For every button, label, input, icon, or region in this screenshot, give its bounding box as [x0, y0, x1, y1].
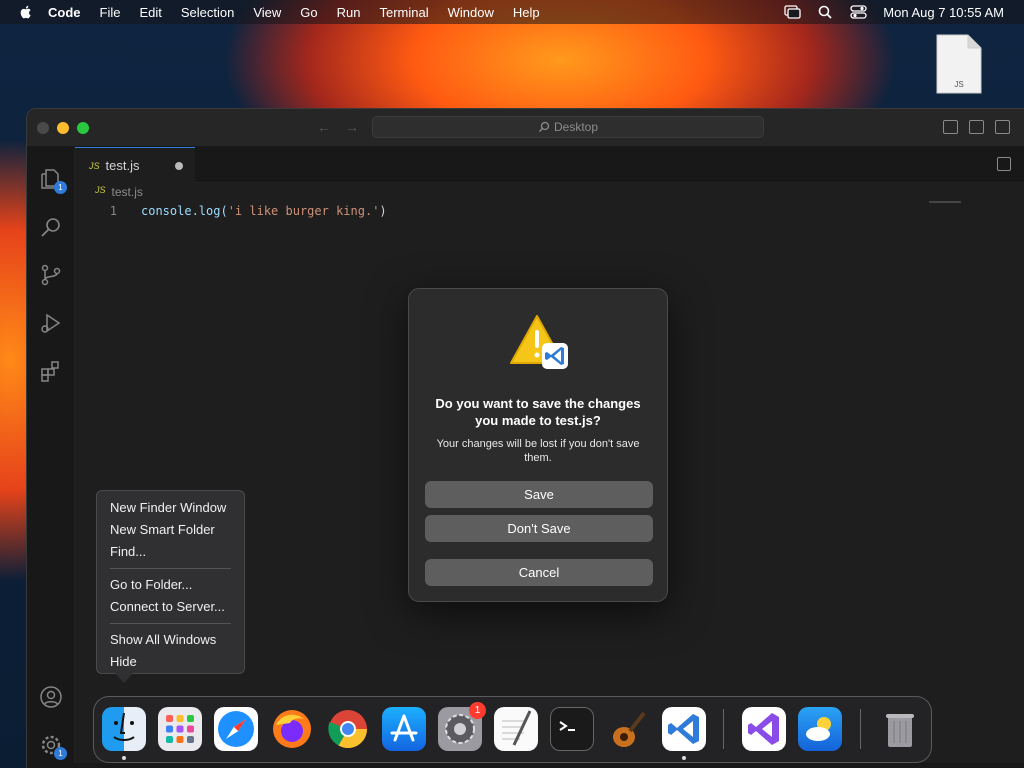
safari-icon[interactable]: [214, 707, 258, 751]
menu-clock[interactable]: Mon Aug 7 10:55 AM: [883, 5, 1004, 20]
launchpad-icon[interactable]: [158, 707, 202, 751]
title-bar: ← → Desktop: [27, 109, 1024, 147]
back-arrow-icon[interactable]: ←: [317, 119, 331, 135]
code-string: 'i like burger king.': [227, 204, 380, 218]
firefox-icon[interactable]: [270, 707, 314, 751]
warning-vscode-icon: [510, 315, 568, 369]
source-control-icon[interactable]: [39, 263, 63, 287]
command-center-label: Desktop: [553, 120, 599, 134]
search-icon: [538, 121, 550, 132]
menu-connect-to-server[interactable]: Connect to Server...: [97, 596, 244, 618]
maximize-button[interactable]: [77, 122, 89, 134]
split-editor-icon[interactable]: [997, 157, 1011, 171]
minimap[interactable]: [929, 201, 961, 203]
layout-controls: [943, 120, 1010, 134]
code-line[interactable]: 1 console.log('i like burger king.'): [87, 204, 387, 218]
app-store-icon[interactable]: [382, 707, 426, 751]
menu-bar: Code File Edit Selection View Go Run Ter…: [0, 0, 1024, 24]
desktop-file-type: JS: [954, 80, 964, 89]
finder-running-indicator: [122, 756, 126, 760]
apple-icon[interactable]: [18, 4, 34, 20]
code-function: console.log(: [141, 204, 228, 218]
toggle-panel-icon[interactable]: [969, 120, 984, 134]
js-file-icon: JS: [89, 160, 100, 171]
menu-edit[interactable]: Edit: [139, 5, 161, 20]
system-settings-badge: 1: [469, 702, 486, 719]
trash-icon[interactable]: [878, 707, 922, 751]
dialog-title: Do you want to save the changes you made…: [435, 396, 641, 428]
search-icon[interactable]: [39, 215, 63, 239]
traffic-lights: [37, 122, 89, 134]
save-button[interactable]: Save: [425, 481, 653, 508]
visual-studio-icon[interactable]: [742, 707, 786, 751]
save-changes-dialog: Do you want to save the changes you made…: [408, 288, 668, 602]
dock: 1: [93, 696, 932, 763]
menu-go[interactable]: Go: [300, 5, 317, 20]
dock-separator: [860, 709, 861, 749]
chrome-icon[interactable]: [326, 707, 370, 751]
menu-pointer: [115, 673, 133, 683]
menu-terminal[interactable]: Terminal: [380, 5, 429, 20]
menu-show-all-windows[interactable]: Show All Windows: [97, 629, 244, 651]
explorer-badge: 1: [54, 181, 67, 194]
settings-badge: 1: [54, 747, 67, 760]
dont-save-button[interactable]: Don't Save: [425, 515, 653, 542]
menu-hide[interactable]: Hide: [97, 651, 244, 673]
menu-go-to-folder[interactable]: Go to Folder...: [97, 574, 244, 596]
vscode-dock-icon[interactable]: [662, 707, 706, 751]
run-debug-icon[interactable]: [39, 311, 63, 335]
screen-mirroring-icon[interactable]: [784, 5, 801, 19]
menu-new-smart-folder[interactable]: New Smart Folder: [97, 519, 244, 541]
menu-selection[interactable]: Selection: [181, 5, 234, 20]
control-center-icon[interactable]: [850, 5, 867, 19]
command-center[interactable]: Desktop: [372, 116, 764, 138]
toggle-primary-sidebar-icon[interactable]: [943, 120, 958, 134]
vscode-running-indicator: [682, 756, 686, 760]
menu-view[interactable]: View: [253, 5, 281, 20]
account-icon[interactable]: [39, 685, 63, 709]
textedit-icon[interactable]: [494, 707, 538, 751]
js-file-icon: JS: [95, 185, 106, 195]
menu-help[interactable]: Help: [513, 5, 540, 20]
code-close-paren: ): [379, 204, 387, 218]
editor-tab-bar: JS test.js: [75, 147, 1024, 183]
extensions-icon[interactable]: [39, 359, 63, 383]
menu-separator: [110, 623, 231, 624]
activity-bar: 1 1: [27, 147, 75, 768]
dialog-message: Your changes will be lost if you don't s…: [436, 438, 640, 464]
code-text[interactable]: console.log('i like burger king.'): [141, 204, 387, 218]
menu-run[interactable]: Run: [337, 5, 361, 20]
cancel-button[interactable]: Cancel: [425, 559, 653, 586]
nav-arrows: ← →: [317, 119, 359, 135]
finder-dock-menu: New Finder Window New Smart Folder Find.…: [96, 490, 245, 683]
menu-find[interactable]: Find...: [97, 541, 244, 563]
finder-icon[interactable]: [102, 707, 146, 751]
search-icon[interactable]: [817, 5, 834, 19]
tab-test-js[interactable]: JS test.js: [75, 147, 195, 183]
menu-app-name[interactable]: Code: [48, 5, 81, 20]
dock-separator: [723, 709, 724, 749]
unsaved-dot-icon[interactable]: [175, 162, 183, 170]
menu-file[interactable]: File: [100, 5, 121, 20]
menu-separator: [110, 568, 231, 569]
close-button[interactable]: [37, 122, 49, 134]
terminal-icon[interactable]: [550, 707, 594, 751]
toggle-secondary-sidebar-icon[interactable]: [995, 120, 1010, 134]
garageband-icon[interactable]: [606, 707, 650, 751]
weather-icon[interactable]: [798, 707, 842, 751]
breadcrumb[interactable]: JS test.js: [95, 185, 143, 199]
status-bar: [27, 763, 1024, 768]
minimize-button[interactable]: [57, 122, 69, 134]
line-number: 1: [109, 204, 117, 218]
menu-window[interactable]: Window: [448, 5, 494, 20]
tab-label: test.js: [105, 158, 140, 173]
forward-arrow-icon[interactable]: →: [345, 119, 359, 135]
desktop-file[interactable]: JS: [936, 34, 982, 94]
menu-new-finder-window[interactable]: New Finder Window: [97, 497, 244, 519]
breadcrumb-file[interactable]: test.js: [112, 185, 143, 199]
